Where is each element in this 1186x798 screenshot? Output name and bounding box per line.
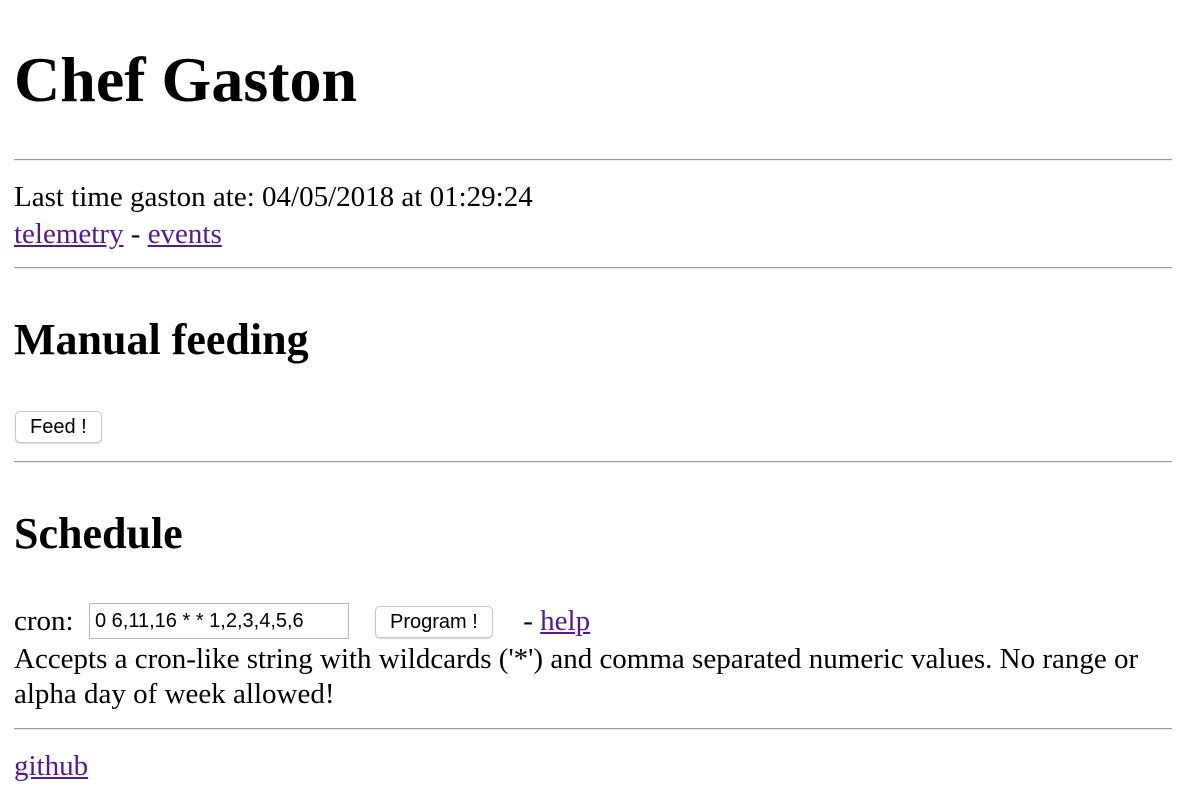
last-fed-label: Last time gaston ate: bbox=[14, 181, 263, 213]
help-link-group: - help bbox=[516, 604, 590, 638]
footer: github bbox=[14, 749, 88, 783]
help-separator: - bbox=[516, 605, 541, 637]
divider-manual bbox=[14, 461, 1172, 463]
cron-description: Accepts a cron-like string with wildcard… bbox=[14, 643, 1139, 710]
last-fed-status: Last time gaston ate: 04/05/2018 at 01:2… bbox=[14, 180, 533, 214]
github-link[interactable]: github bbox=[14, 750, 88, 782]
nav-links: telemetry - events bbox=[14, 217, 222, 251]
feed-button[interactable]: Feed ! bbox=[15, 411, 102, 443]
divider-status bbox=[14, 267, 1172, 269]
last-fed-value: 04/05/2018 at 01:29:24 bbox=[262, 181, 533, 213]
divider-top bbox=[14, 159, 1172, 161]
schedule-heading: Schedule bbox=[14, 509, 183, 558]
page-title: Chef Gaston bbox=[14, 44, 358, 115]
divider-schedule bbox=[14, 728, 1172, 730]
cron-input[interactable] bbox=[89, 603, 349, 639]
telemetry-link[interactable]: telemetry bbox=[14, 218, 124, 250]
cron-label: cron: bbox=[14, 605, 74, 637]
program-button[interactable]: Program ! bbox=[375, 606, 493, 638]
events-link[interactable]: events bbox=[148, 218, 222, 250]
help-link[interactable]: help bbox=[540, 605, 590, 637]
manual-feeding-heading: Manual feeding bbox=[14, 315, 309, 364]
link-separator: - bbox=[123, 218, 148, 250]
